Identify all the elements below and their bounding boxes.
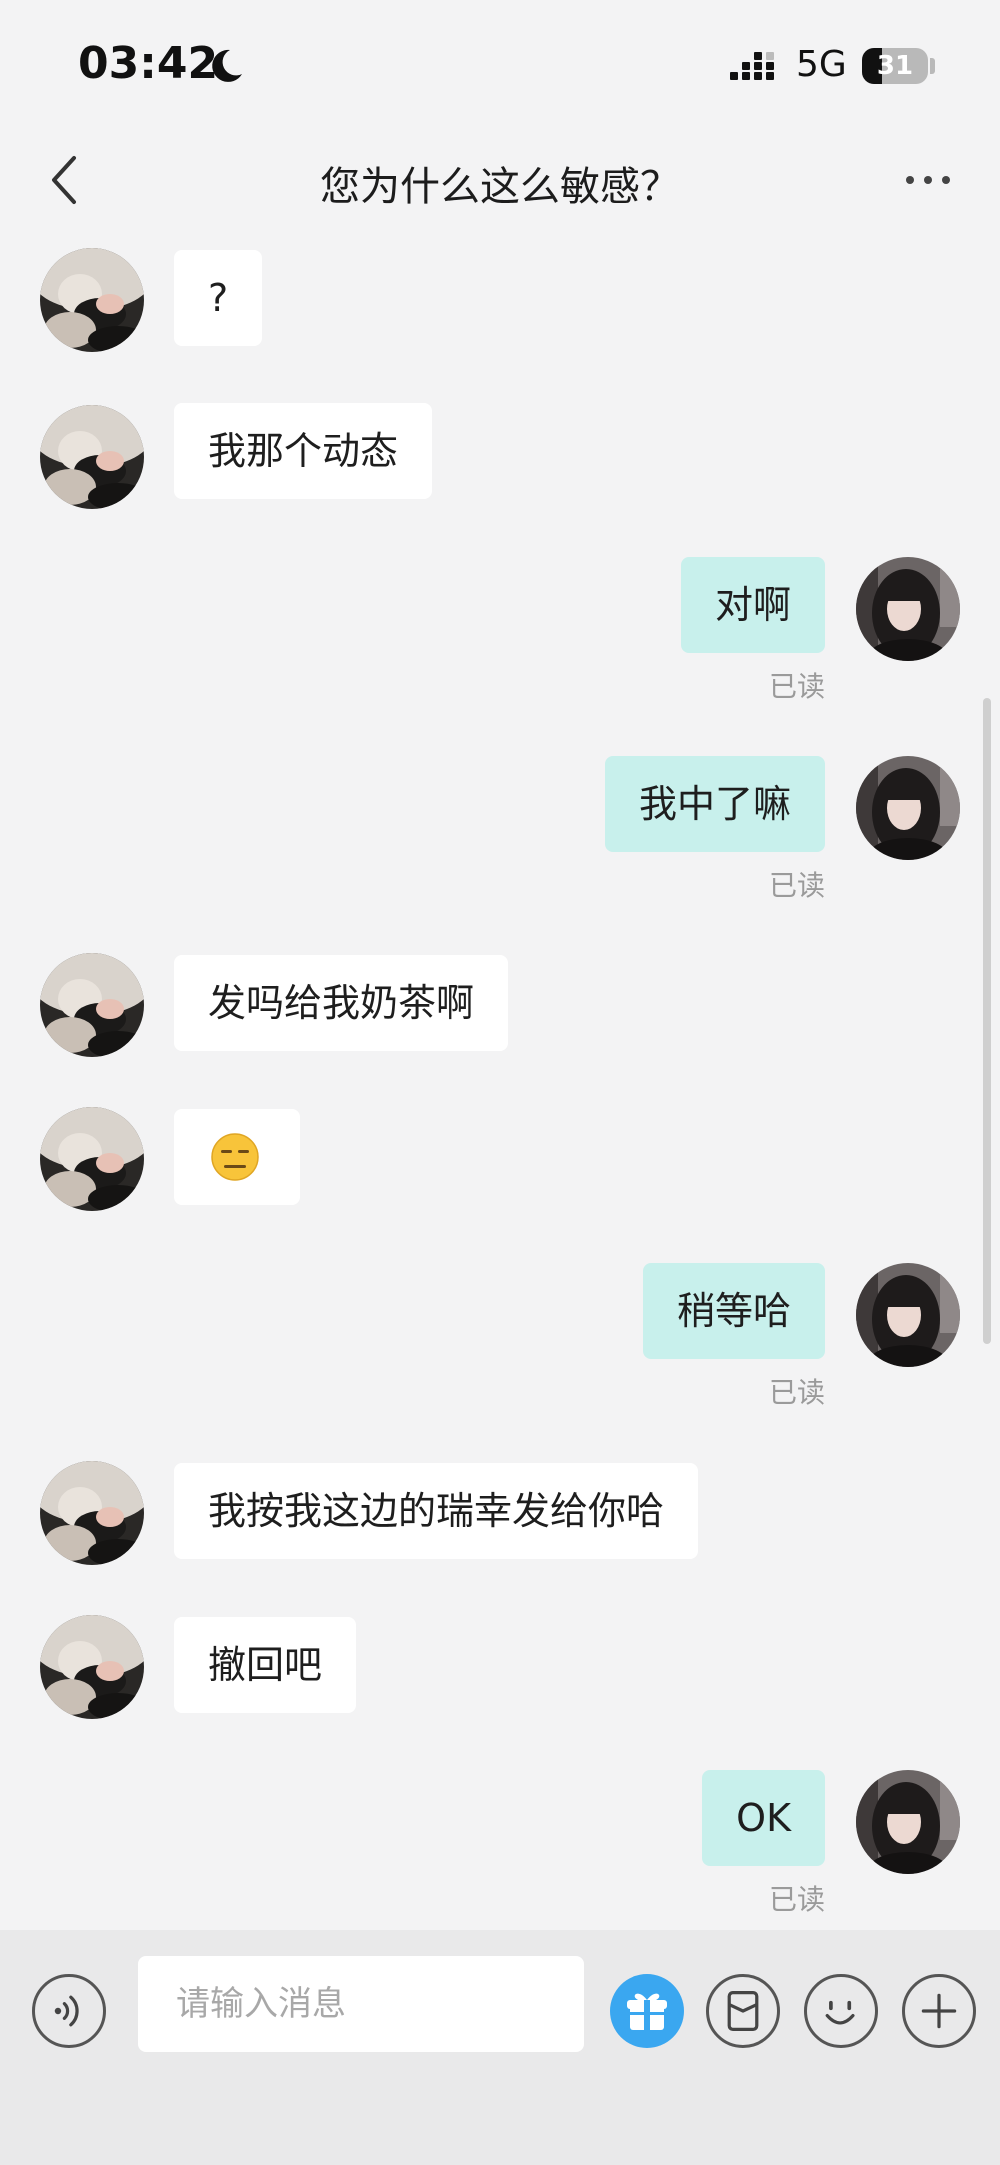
message-input[interactable] [138, 1956, 584, 2052]
chat-header: 您为什么这么敏感？ [0, 130, 1000, 250]
emoji-button[interactable] [804, 1974, 878, 2048]
read-status: 已读 [768, 670, 825, 703]
contact-avatar[interactable] [40, 953, 144, 1057]
read-status: 已读 [768, 869, 825, 902]
message-bubble[interactable]: 我按我这边的瑞幸发给你哈 [174, 1463, 699, 1559]
scrollbar[interactable] [983, 698, 991, 1344]
signal-icon [730, 52, 774, 80]
voice-button[interactable] [32, 1974, 106, 2048]
status-time: 03:42 [78, 38, 219, 89]
read-status: 已读 [768, 1883, 825, 1916]
message-bubble[interactable]: 稍等哈 [642, 1263, 825, 1359]
message-bubble[interactable]: 我中了嘛 [604, 756, 825, 852]
battery-icon: 31 [862, 48, 928, 84]
envelope-icon [727, 1991, 759, 2031]
contact-avatar[interactable] [40, 1461, 144, 1565]
gift-button[interactable] [610, 1974, 684, 2048]
contact-avatar[interactable] [40, 1107, 144, 1211]
contact-avatar[interactable] [40, 1615, 144, 1719]
battery-level: 31 [876, 51, 914, 81]
more-icon[interactable] [904, 168, 952, 192]
message-bubble[interactable] [174, 1109, 300, 1205]
self-avatar[interactable] [856, 1770, 960, 1874]
message-bubble[interactable]: 对啊 [680, 557, 825, 653]
voice-icon [54, 1995, 79, 2027]
self-avatar[interactable] [856, 557, 960, 661]
envelope-button[interactable] [706, 1974, 780, 2048]
message-list[interactable]: ? 我那个动态 对啊 已读 我中了嘛 已读 发吗给我奶茶啊 稍等哈 已读 我按我… [0, 240, 1000, 1930]
self-avatar[interactable] [856, 1263, 960, 1367]
network-label: 5G [796, 44, 847, 85]
expressionless-face-emoji [211, 1132, 259, 1181]
plus-icon [921, 1993, 957, 2029]
contact-avatar[interactable] [40, 405, 144, 509]
moon-icon [212, 49, 242, 82]
input-bar [0, 1930, 1000, 2165]
message-bubble[interactable]: 撤回吧 [174, 1617, 357, 1713]
plus-button[interactable] [902, 1974, 976, 2048]
status-bar: 03:42 5G 31 [0, 0, 1000, 130]
gift-icon [627, 1993, 667, 2030]
message-bubble[interactable]: 发吗给我奶茶啊 [174, 955, 509, 1051]
page-title: 您为什么这么敏感？ [320, 164, 680, 210]
message-bubble[interactable]: ? [174, 250, 263, 346]
self-avatar[interactable] [856, 756, 960, 860]
contact-avatar[interactable] [40, 248, 144, 352]
read-status: 已读 [768, 1376, 825, 1409]
message-bubble[interactable]: 我那个动态 [174, 403, 433, 499]
emoji-icon [825, 2000, 855, 2025]
message-bubble[interactable]: OK [702, 1770, 825, 1866]
